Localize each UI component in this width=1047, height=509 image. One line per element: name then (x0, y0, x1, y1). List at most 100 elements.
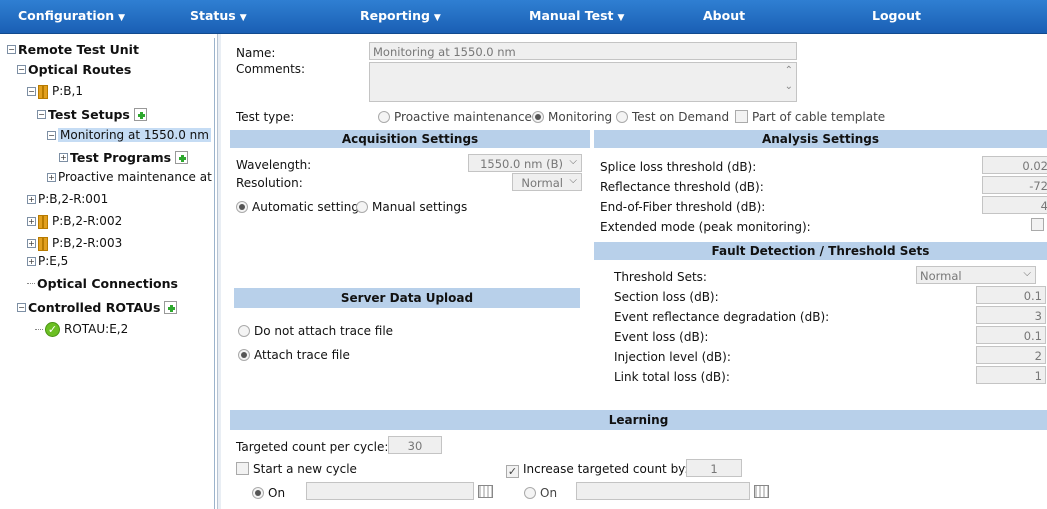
tree-node-route-pb1[interactable]: − P:B,1 (27, 82, 83, 100)
scroll-down-icon[interactable]: ⌄ (785, 81, 793, 92)
collapse-icon[interactable]: − (17, 302, 26, 312)
tree-node-proactive[interactable]: +Proactive maintenance at 1550.0 nm (47, 168, 214, 186)
test-type-monitoring-radio[interactable]: Monitoring (532, 110, 612, 124)
tree-node-label: P:E,5 (38, 254, 69, 268)
tree-connector (35, 328, 43, 330)
do-not-attach-radio[interactable]: Do not attach trace file (238, 324, 393, 338)
increase-count-field[interactable]: 1 (686, 459, 742, 477)
check-circle-icon: ✓ (45, 321, 60, 337)
radio-label: Monitoring (548, 110, 613, 124)
increase-count-checkbox[interactable]: ✓ Increase targeted count by: (506, 462, 688, 478)
collapse-icon[interactable]: − (27, 86, 36, 96)
collapse-icon[interactable]: − (7, 44, 16, 54)
calendar-icon[interactable] (754, 485, 769, 498)
checkbox-label: Increase targeted count by: (523, 462, 689, 476)
start-new-cycle-checkbox[interactable]: Start a new cycle (236, 462, 357, 476)
extended-mode-checkbox[interactable] (1031, 218, 1047, 232)
attach-trace-radio[interactable]: Attach trace file (238, 348, 350, 362)
select-value: Normal (521, 176, 563, 190)
on-radio-left[interactable]: On (252, 486, 285, 500)
reflectance-degradation-field[interactable]: 3 (976, 306, 1046, 324)
tree-node-remote-test-unit[interactable]: − Remote Test Unit (7, 40, 139, 58)
nav-label: Logout (872, 8, 921, 23)
expand-icon[interactable]: + (27, 256, 36, 266)
chevron-down-icon: ▼ (433, 13, 441, 23)
nav-status-menu[interactable]: Status ▼ (190, 8, 247, 23)
select-value: Normal (920, 269, 962, 283)
tree-node-route-pe5[interactable]: + P:E,5 (27, 252, 68, 270)
tree-node-rotau[interactable]: ✓ ROTAU:E,2 (35, 320, 128, 338)
nav-reporting-menu[interactable]: Reporting ▼ (360, 8, 441, 23)
nav-about-link[interactable]: About (703, 8, 745, 23)
injection-level-label: Injection level (dB): (614, 350, 731, 364)
injection-level-field[interactable]: 2 (976, 346, 1046, 364)
nav-manual-test-menu[interactable]: Manual Test ▼ (529, 8, 624, 23)
test-type-on-demand-radio[interactable]: Test on Demand (616, 110, 729, 124)
tree-node-route-pb2r001[interactable]: + P:B,2-R:001 (27, 190, 108, 208)
link-total-loss-label: Link total loss (dB): (614, 370, 730, 384)
expand-icon[interactable]: + (59, 152, 68, 162)
collapse-icon[interactable]: − (37, 109, 46, 119)
section-loss-field[interactable]: 0.1 (976, 286, 1046, 304)
reflectance-label: Reflectance threshold (dB): (600, 180, 764, 194)
comments-label: Comments: (236, 62, 306, 76)
checkbox-icon (1031, 218, 1044, 231)
reflectance-field[interactable]: -72 (982, 176, 1047, 194)
name-field[interactable]: Monitoring at 1550.0 nm (369, 42, 797, 60)
radio-label: Automatic settings (252, 200, 366, 214)
radio-icon (356, 201, 368, 213)
collapse-icon[interactable]: − (47, 130, 56, 140)
nav-configuration-menu[interactable]: Configuration ▼ (18, 8, 125, 23)
splitter[interactable] (217, 34, 221, 509)
targeted-count-field[interactable]: 30 (388, 436, 442, 454)
nav-logout-link[interactable]: Logout (872, 8, 921, 23)
tree-node-route-pb2r003[interactable]: + P:B,2-R:003 (27, 234, 122, 252)
tree-node-label: Test Setups (48, 106, 130, 122)
expand-icon[interactable]: + (27, 216, 36, 226)
threshold-sets-select[interactable]: Normal ⌵ (916, 266, 1036, 284)
automatic-settings-radio[interactable]: Automatic settings (236, 200, 365, 214)
add-icon[interactable] (164, 300, 178, 314)
chevron-down-icon: ⌵ (569, 156, 577, 167)
part-of-cable-checkbox[interactable]: Part of cable template (735, 110, 885, 124)
chevron-down-icon: ▼ (118, 13, 126, 23)
date-field-left[interactable] (306, 482, 474, 500)
radio-icon (524, 487, 536, 499)
expand-icon[interactable]: + (27, 238, 36, 248)
tree-node-controlled-rotaus[interactable]: − Controlled ROTAUs (17, 298, 178, 316)
test-type-proactive-radio[interactable]: Proactive maintenance (378, 110, 532, 124)
collapse-icon[interactable]: − (17, 64, 26, 74)
on-radio-right[interactable]: On (524, 486, 557, 500)
splice-loss-field[interactable]: 0.02 (982, 156, 1047, 174)
tree-node-monitoring[interactable]: − Monitoring at 1550.0 nm (47, 126, 211, 144)
calendar-icon[interactable] (478, 485, 493, 498)
scroll-up-icon[interactable]: ⌃ (785, 65, 793, 76)
add-icon[interactable] (175, 150, 189, 164)
end-of-fiber-field[interactable]: 4 (982, 196, 1047, 214)
wavelength-select[interactable]: 1550.0 nm (B) ⌵ (468, 154, 582, 172)
tree-node-optical-connections[interactable]: Optical Connections (27, 274, 178, 292)
tree-node-route-pb2r002[interactable]: + P:B,2-R:002 (27, 212, 122, 230)
event-loss-label: Event loss (dB): (614, 330, 709, 344)
radio-icon (616, 111, 628, 123)
tree-node-test-programs[interactable]: + Test Programs (59, 148, 189, 166)
link-total-loss-field[interactable]: 1 (976, 366, 1046, 384)
radio-label: On (268, 486, 286, 500)
event-loss-field[interactable]: 0.1 (976, 326, 1046, 344)
add-icon[interactable] (133, 107, 147, 121)
tree-node-test-setups[interactable]: − Test Setups (37, 105, 147, 123)
eof-label: End-of-Fiber threshold (dB): (600, 200, 766, 214)
expand-icon[interactable]: + (47, 172, 56, 182)
tree-node-label: Test Programs (70, 149, 172, 165)
test-type-label: Test type: (236, 110, 295, 124)
radio-label: Proactive maintenance (394, 110, 532, 124)
resolution-select[interactable]: Normal ⌵ (512, 173, 582, 191)
tree-node-optical-routes[interactable]: − Optical Routes (17, 60, 131, 78)
route-icon (38, 215, 48, 229)
expand-icon[interactable]: + (27, 194, 36, 204)
date-field-right[interactable] (576, 482, 750, 500)
radio-label: Attach trace file (254, 348, 350, 362)
chevron-down-icon: ▼ (617, 13, 625, 23)
comments-field[interactable]: ⌃ ⌄ (369, 62, 797, 102)
manual-settings-radio[interactable]: Manual settings (356, 200, 467, 214)
